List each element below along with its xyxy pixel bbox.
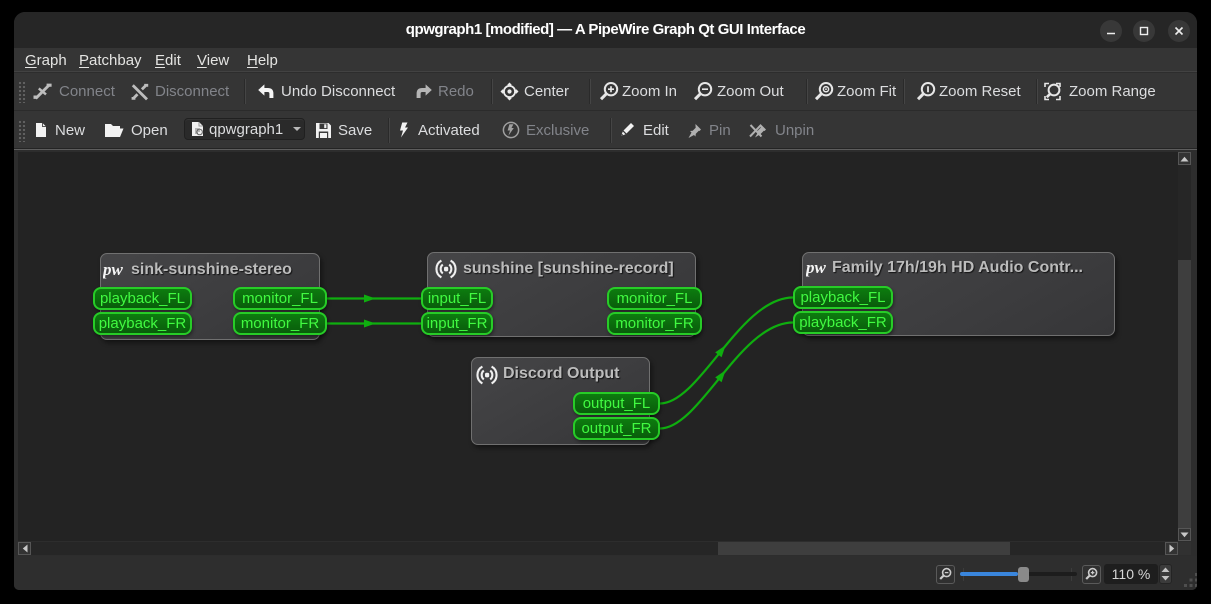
svg-text:pw: pw	[103, 262, 124, 279]
svg-text:pw: pw	[806, 260, 827, 277]
